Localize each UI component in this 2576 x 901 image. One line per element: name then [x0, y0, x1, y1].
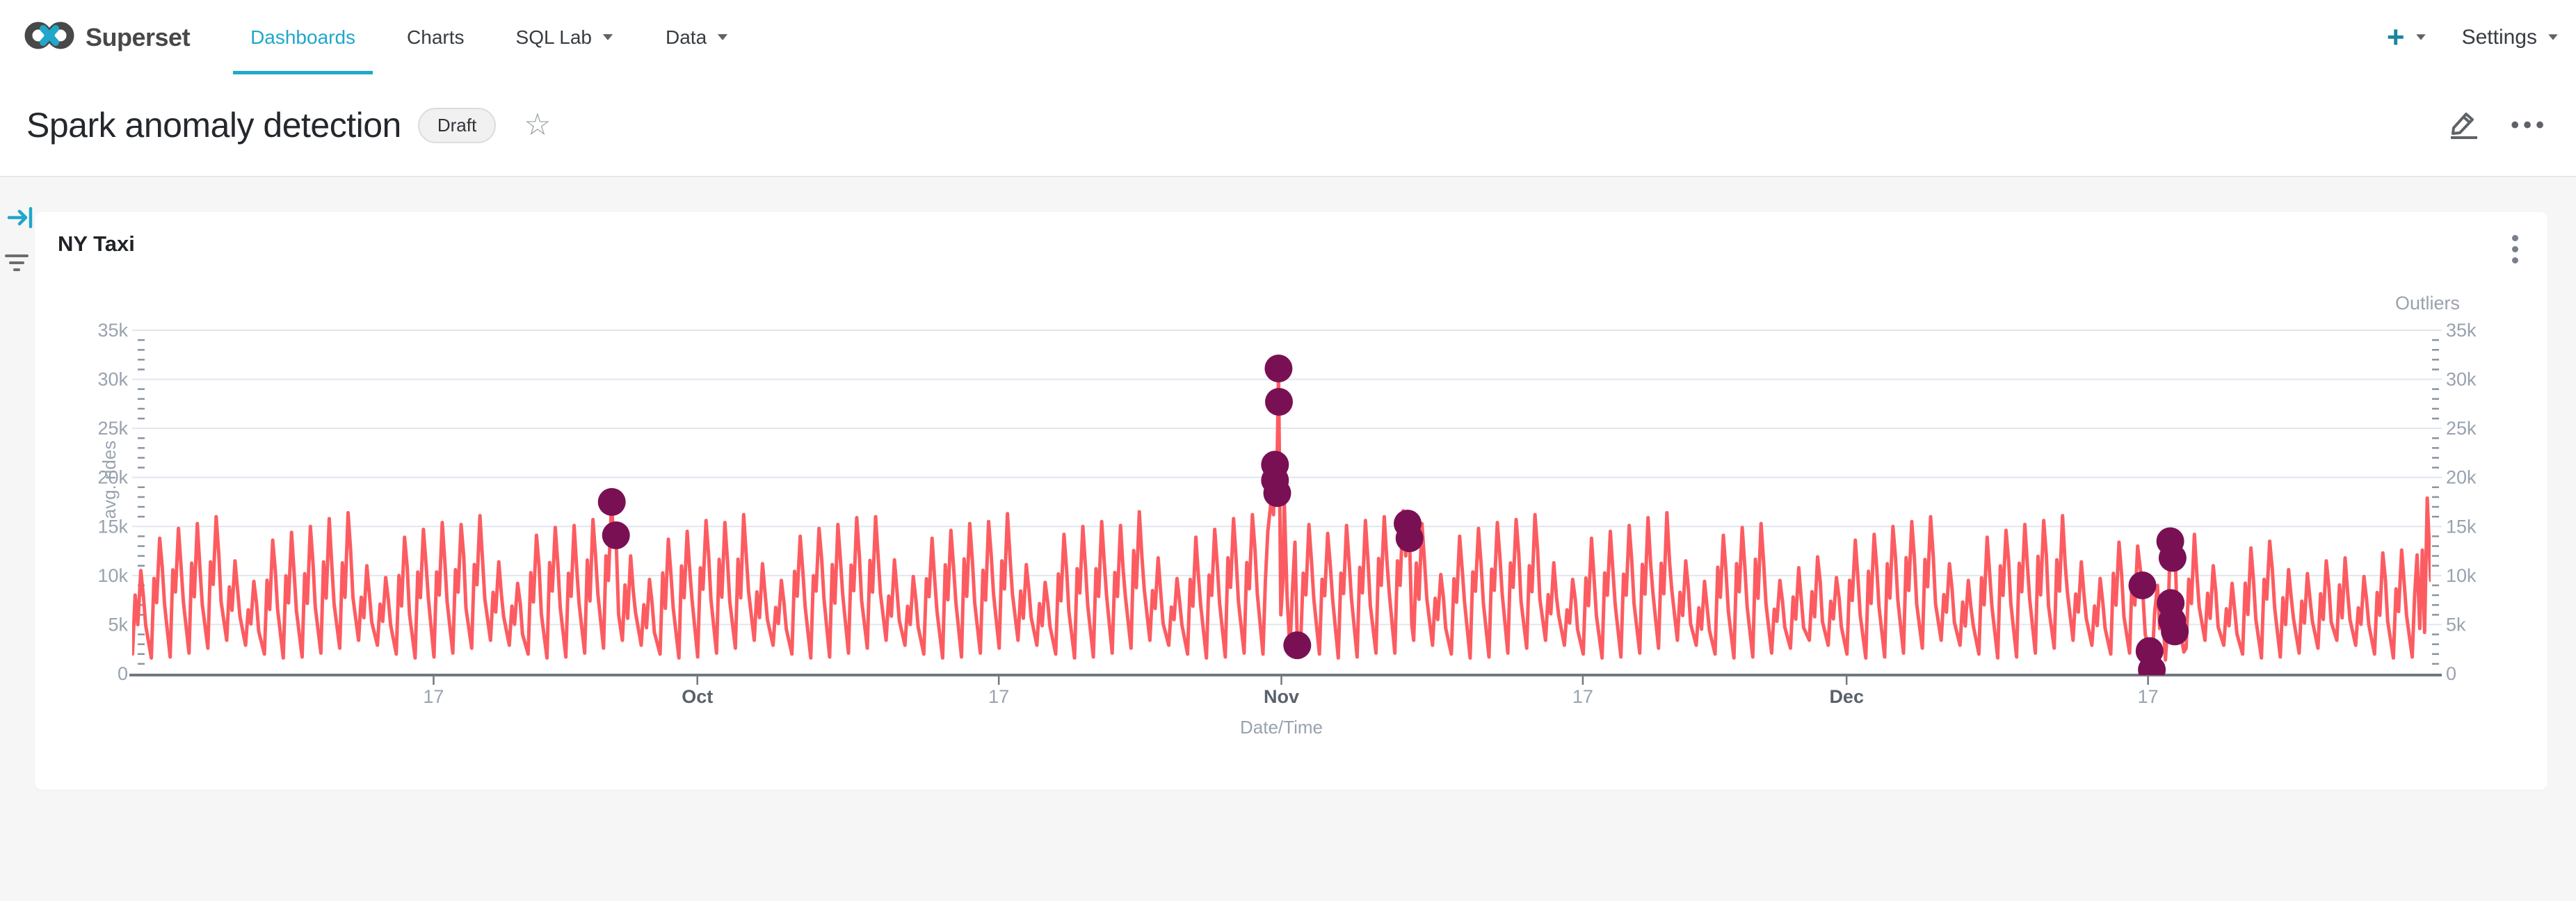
page-title: Spark anomaly detection: [26, 105, 401, 145]
y-tick-label-left: 0: [118, 663, 128, 684]
y-tick-label-right: 20k: [2446, 467, 2477, 488]
y-tick-label-left: 25k: [97, 418, 128, 439]
arrow-right-to-bar-icon: [7, 222, 35, 234]
nav-tab-charts[interactable]: Charts: [381, 0, 490, 74]
main-nav: Dashboards Charts SQL Lab Data: [225, 0, 755, 74]
y-tick-label-right: 30k: [2446, 369, 2477, 390]
settings-menu[interactable]: Settings: [2462, 26, 2559, 49]
y-tick-label-right: 25k: [2446, 418, 2477, 439]
x-tick-label: 17: [988, 686, 1009, 707]
y-tick-label-left: 30k: [97, 369, 128, 390]
outlier-dot[interactable]: [1264, 479, 1291, 507]
x-tick-label: 17: [1572, 686, 1593, 707]
outlier-dot[interactable]: [2161, 617, 2189, 645]
brand-name: Superset: [86, 23, 190, 52]
right-axis-title: Outliers: [2395, 293, 2460, 314]
chevron-down-icon: [2416, 34, 2426, 40]
ny-taxi-timeseries-chart[interactable]: 005k5k10k10k15k15k20k20k25k25k30k30k35k3…: [35, 212, 2547, 790]
outlier-dot[interactable]: [2129, 571, 2157, 599]
edit-dashboard-button[interactable]: [2448, 108, 2480, 143]
x-axis-title: Date/Time: [1240, 717, 1323, 738]
outlier-dot[interactable]: [2138, 656, 2166, 683]
add-new-button[interactable]: +: [2387, 22, 2427, 53]
more-options-button[interactable]: •••: [2511, 112, 2548, 139]
y-tick-label-right: 10k: [2446, 565, 2477, 586]
outlier-dot[interactable]: [1264, 355, 1292, 382]
y-tick-label-right: 15k: [2446, 516, 2477, 537]
nav-tab-sql-lab[interactable]: SQL Lab: [490, 0, 640, 74]
y-tick-label-left: 35k: [97, 320, 128, 341]
outlier-dot[interactable]: [1396, 524, 1424, 552]
x-tick-label: Oct: [682, 686, 713, 707]
outlier-dot[interactable]: [1283, 631, 1311, 659]
x-tick-label: Nov: [1264, 686, 1299, 707]
outlier-dot[interactable]: [602, 521, 630, 549]
y-tick-label-left: 5k: [108, 614, 128, 635]
dashboard-body: NY Taxi 005k5k10k10k15k15k20k20k25k25k30…: [0, 177, 2576, 901]
chevron-down-icon: [603, 34, 613, 40]
favorite-star-icon[interactable]: ☆: [524, 110, 551, 140]
filter-sidebar-collapsed: [0, 177, 35, 901]
x-tick-label: 17: [2138, 686, 2159, 707]
ellipsis-icon: •••: [2511, 112, 2548, 139]
chevron-down-icon: [2548, 34, 2558, 40]
plus-icon: +: [2387, 22, 2405, 53]
draft-badge[interactable]: Draft: [418, 108, 496, 143]
pencil-icon: [2448, 108, 2480, 143]
outlier-dot[interactable]: [1265, 388, 1293, 416]
superset-brand[interactable]: Superset: [23, 18, 190, 56]
outlier-dot[interactable]: [598, 488, 626, 516]
expand-filter-bar-button[interactable]: [7, 204, 35, 235]
x-tick-label: Dec: [1829, 686, 1864, 707]
nav-tab-data[interactable]: Data: [640, 0, 755, 74]
y-tick-label-right: 35k: [2446, 320, 2477, 341]
nav-tab-dashboards[interactable]: Dashboards: [225, 0, 381, 74]
filter-icon[interactable]: [4, 252, 32, 279]
y-tick-label-right: 5k: [2446, 614, 2466, 635]
x-tick-label: 17: [423, 686, 444, 707]
left-axis-title: avg. rides: [99, 441, 120, 519]
chevron-down-icon: [718, 34, 727, 40]
superset-logo-icon: [23, 18, 76, 56]
dashboard-header: Spark anomaly detection Draft ☆ •••: [0, 74, 2576, 177]
top-navbar: Superset Dashboards Charts SQL Lab Data …: [0, 0, 2576, 74]
y-tick-label-right: 0: [2446, 663, 2456, 684]
outlier-dot[interactable]: [2159, 544, 2187, 572]
y-tick-label-left: 10k: [97, 565, 128, 586]
chart-card-ny-taxi: NY Taxi 005k5k10k10k15k15k20k20k25k25k30…: [35, 212, 2547, 790]
